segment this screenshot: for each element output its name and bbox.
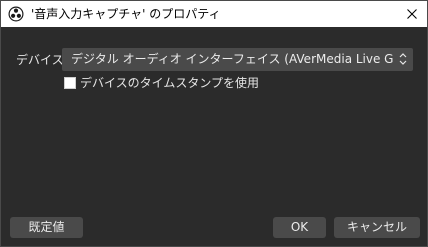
properties-dialog: '音声入力キャプチャ' のプロパティ デバイス デジタル オーディオ インターフ… bbox=[0, 0, 428, 247]
close-button[interactable] bbox=[397, 1, 427, 27]
defaults-button[interactable]: 既定値 bbox=[10, 217, 83, 238]
timestamp-checkbox[interactable] bbox=[64, 77, 76, 89]
device-select[interactable]: デジタル オーディオ インターフェイス (AVerMedia Live Game… bbox=[62, 48, 413, 71]
ok-button[interactable]: OK bbox=[273, 217, 326, 238]
cancel-button[interactable]: キャンセル bbox=[334, 217, 420, 238]
title-bar[interactable]: '音声入力キャプチャ' のプロパティ bbox=[1, 1, 427, 27]
window-title: '音声入力キャプチャ' のプロパティ bbox=[31, 7, 221, 21]
chevron-updown-icon[interactable] bbox=[397, 51, 409, 67]
obs-logo-icon bbox=[8, 6, 24, 22]
timestamp-checkbox-label[interactable]: デバイスのタイムスタンプを使用 bbox=[80, 75, 259, 91]
close-icon bbox=[407, 9, 417, 19]
device-label: デバイス bbox=[16, 53, 64, 67]
device-select-value: デジタル オーディオ インターフェイス (AVerMedia Live Game… bbox=[71, 52, 393, 66]
